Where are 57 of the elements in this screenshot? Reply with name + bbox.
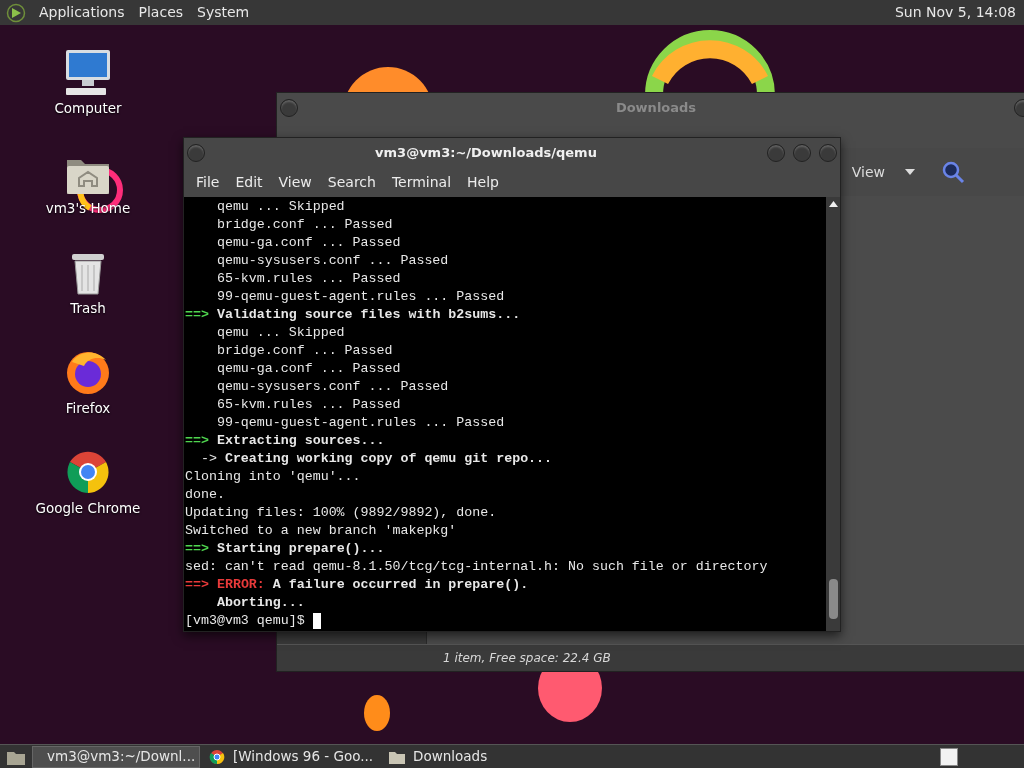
window-menu-button[interactable] <box>280 98 298 117</box>
terminal-line: qemu-ga.conf ... Passed <box>215 234 401 252</box>
menu-item[interactable]: Search <box>319 169 384 195</box>
view-dropdown[interactable]: View <box>851 161 919 183</box>
terminal-line: Cloning into 'qemu'... <box>185 468 361 486</box>
panel-menu[interactable]: System <box>190 0 257 25</box>
terminal-line: qemu-ga.conf ... Passed <box>215 360 401 378</box>
terminal-line: Switched to a new branch 'makepkg' <box>185 522 457 540</box>
workspace-switcher[interactable] <box>940 747 958 766</box>
terminal-line: qemu-sysusers.conf ... Passed <box>215 378 449 396</box>
pinwheel-icon <box>209 748 225 765</box>
text-cursor <box>312 613 321 629</box>
terminal-line: bridge.conf ... Passed <box>215 342 393 360</box>
taskbar-button[interactable]: Downloads <box>382 745 495 768</box>
maximize-button[interactable] <box>793 143 811 162</box>
terminal-line: ==> Validating source files with b2sums... <box>185 306 521 324</box>
terminal-line: -> Creating working copy of qemu git repo... <box>199 450 553 468</box>
terminal-line: sed: can't read qemu-8.1.50/tcg/tcg-internal.h: No such file or directory <box>185 558 768 576</box>
play-logo-icon <box>6 2 26 23</box>
status-text: 1 item, Free space: 22.4 GB <box>443 650 611 667</box>
window-title: Downloads <box>614 98 698 117</box>
terminal-line: qemu ... Skipped <box>215 324 345 342</box>
terminal-line: ==> Starting prepare()... <box>185 540 385 558</box>
taskbar-button[interactable]: [Windows 96 - Goo... <box>202 745 381 768</box>
window-menu-button[interactable] <box>187 143 205 162</box>
terminal-line: done. <box>185 486 225 504</box>
scrollbar[interactable] <box>826 197 840 631</box>
terminal-line: ==> ERROR: A failure occurred in prepare(). <box>185 576 529 594</box>
close-button[interactable] <box>819 143 837 162</box>
terminal-line: 65-kvm.rules ... Passed <box>215 270 401 288</box>
terminal-line: 99-qemu-guest-agent.rules ... Passed <box>215 288 505 306</box>
menu-item[interactable]: View <box>270 169 320 195</box>
terminal-line: bridge.conf ... Passed <box>215 216 393 234</box>
terminal-line: qemu-sysusers.conf ... Passed <box>215 252 449 270</box>
search-icon[interactable] <box>941 160 965 184</box>
taskbar-button[interactable]: vm3@vm3:~/Downl... <box>32 745 200 768</box>
terminal-line: 65-kvm.rules ... Passed <box>215 396 401 414</box>
folder-icon <box>389 749 406 764</box>
menu-item[interactable]: File <box>188 169 228 195</box>
shell-prompt: [vm3@vm3 qemu]$ <box>185 612 305 630</box>
scrollbar-thumb[interactable] <box>828 579 838 619</box>
menu-item[interactable]: Edit <box>227 169 271 195</box>
wallpaper-oval <box>364 695 390 731</box>
window-title: vm3@vm3:~/Downloads/qemu <box>374 143 598 162</box>
panel-menu[interactable]: Applications <box>32 0 132 25</box>
minimize-button[interactable] <box>767 143 785 162</box>
terminal-line: Aborting... <box>215 594 305 612</box>
terminal-line: Updating files: 100% (9892/9892), done. <box>185 504 497 522</box>
caret-icon <box>905 169 915 175</box>
terminal-line: qemu ... Skipped <box>215 198 345 216</box>
panel-menu[interactable]: Places <box>131 0 191 25</box>
scroll-up-icon[interactable] <box>828 201 838 207</box>
menu-item[interactable]: Help <box>459 169 507 195</box>
panel-clock[interactable]: Sun Nov 5, 14:08 <box>895 2 1016 23</box>
terminal-line: 99-qemu-guest-agent.rules ... Passed <box>215 414 505 432</box>
menu-item[interactable]: Terminal <box>383 169 460 195</box>
terminal-line: ==> Extracting sources... <box>185 432 385 450</box>
